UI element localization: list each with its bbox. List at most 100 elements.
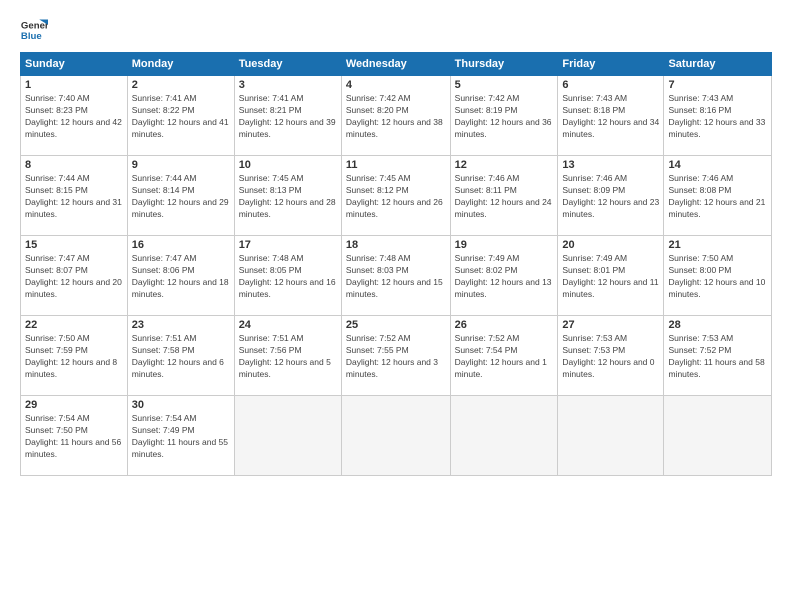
day-info: Sunrise: 7:54 AM Sunset: 7:49 PM Dayligh… — [132, 413, 230, 461]
col-header-sunday: Sunday — [21, 53, 128, 76]
day-number: 15 — [25, 239, 123, 251]
day-info: Sunrise: 7:40 AM Sunset: 8:23 PM Dayligh… — [25, 93, 123, 141]
day-info: Sunrise: 7:48 AM Sunset: 8:05 PM Dayligh… — [239, 253, 337, 301]
logo: General Blue — [20, 16, 52, 44]
calendar-cell: 15 Sunrise: 7:47 AM Sunset: 8:07 PM Dayl… — [21, 236, 128, 316]
calendar-cell: 22 Sunrise: 7:50 AM Sunset: 7:59 PM Dayl… — [21, 316, 128, 396]
day-number: 22 — [25, 319, 123, 331]
calendar-cell: 6 Sunrise: 7:43 AM Sunset: 8:18 PM Dayli… — [558, 76, 664, 156]
calendar-cell: 8 Sunrise: 7:44 AM Sunset: 8:15 PM Dayli… — [21, 156, 128, 236]
calendar-cell: 3 Sunrise: 7:41 AM Sunset: 8:21 PM Dayli… — [234, 76, 341, 156]
day-info: Sunrise: 7:52 AM Sunset: 7:55 PM Dayligh… — [346, 333, 446, 381]
col-header-monday: Monday — [127, 53, 234, 76]
day-number: 12 — [455, 159, 554, 171]
calendar-cell: 27 Sunrise: 7:53 AM Sunset: 7:53 PM Dayl… — [558, 316, 664, 396]
col-header-friday: Friday — [558, 53, 664, 76]
day-number: 16 — [132, 239, 230, 251]
day-number: 3 — [239, 79, 337, 91]
calendar-cell: 29 Sunrise: 7:54 AM Sunset: 7:50 PM Dayl… — [21, 396, 128, 476]
calendar-cell: 26 Sunrise: 7:52 AM Sunset: 7:54 PM Dayl… — [450, 316, 558, 396]
calendar-cell: 2 Sunrise: 7:41 AM Sunset: 8:22 PM Dayli… — [127, 76, 234, 156]
day-info: Sunrise: 7:52 AM Sunset: 7:54 PM Dayligh… — [455, 333, 554, 381]
day-info: Sunrise: 7:53 AM Sunset: 7:53 PM Dayligh… — [562, 333, 659, 381]
day-info: Sunrise: 7:46 AM Sunset: 8:11 PM Dayligh… — [455, 173, 554, 221]
calendar-cell: 10 Sunrise: 7:45 AM Sunset: 8:13 PM Dayl… — [234, 156, 341, 236]
day-info: Sunrise: 7:47 AM Sunset: 8:06 PM Dayligh… — [132, 253, 230, 301]
week-row-1: 1 Sunrise: 7:40 AM Sunset: 8:23 PM Dayli… — [21, 76, 772, 156]
day-info: Sunrise: 7:45 AM Sunset: 8:13 PM Dayligh… — [239, 173, 337, 221]
day-info: Sunrise: 7:43 AM Sunset: 8:18 PM Dayligh… — [562, 93, 659, 141]
day-number: 2 — [132, 79, 230, 91]
calendar-cell — [234, 396, 341, 476]
day-info: Sunrise: 7:50 AM Sunset: 8:00 PM Dayligh… — [668, 253, 767, 301]
day-info: Sunrise: 7:41 AM Sunset: 8:22 PM Dayligh… — [132, 93, 230, 141]
week-row-2: 8 Sunrise: 7:44 AM Sunset: 8:15 PM Dayli… — [21, 156, 772, 236]
day-info: Sunrise: 7:44 AM Sunset: 8:14 PM Dayligh… — [132, 173, 230, 221]
day-number: 29 — [25, 399, 123, 411]
day-info: Sunrise: 7:42 AM Sunset: 8:19 PM Dayligh… — [455, 93, 554, 141]
day-info: Sunrise: 7:54 AM Sunset: 7:50 PM Dayligh… — [25, 413, 123, 461]
day-number: 30 — [132, 399, 230, 411]
calendar-cell: 16 Sunrise: 7:47 AM Sunset: 8:06 PM Dayl… — [127, 236, 234, 316]
calendar-cell: 7 Sunrise: 7:43 AM Sunset: 8:16 PM Dayli… — [664, 76, 772, 156]
col-header-saturday: Saturday — [664, 53, 772, 76]
calendar-cell: 24 Sunrise: 7:51 AM Sunset: 7:56 PM Dayl… — [234, 316, 341, 396]
day-number: 5 — [455, 79, 554, 91]
day-number: 28 — [668, 319, 767, 331]
day-number: 8 — [25, 159, 123, 171]
calendar-cell: 12 Sunrise: 7:46 AM Sunset: 8:11 PM Dayl… — [450, 156, 558, 236]
calendar-cell — [341, 396, 450, 476]
calendar-cell: 25 Sunrise: 7:52 AM Sunset: 7:55 PM Dayl… — [341, 316, 450, 396]
col-header-thursday: Thursday — [450, 53, 558, 76]
day-info: Sunrise: 7:46 AM Sunset: 8:08 PM Dayligh… — [668, 173, 767, 221]
day-number: 10 — [239, 159, 337, 171]
day-info: Sunrise: 7:53 AM Sunset: 7:52 PM Dayligh… — [668, 333, 767, 381]
calendar-cell: 30 Sunrise: 7:54 AM Sunset: 7:49 PM Dayl… — [127, 396, 234, 476]
day-number: 11 — [346, 159, 446, 171]
calendar-cell — [664, 396, 772, 476]
day-info: Sunrise: 7:45 AM Sunset: 8:12 PM Dayligh… — [346, 173, 446, 221]
day-info: Sunrise: 7:50 AM Sunset: 7:59 PM Dayligh… — [25, 333, 123, 381]
day-info: Sunrise: 7:42 AM Sunset: 8:20 PM Dayligh… — [346, 93, 446, 141]
day-number: 7 — [668, 79, 767, 91]
day-number: 4 — [346, 79, 446, 91]
day-number: 17 — [239, 239, 337, 251]
day-info: Sunrise: 7:51 AM Sunset: 7:56 PM Dayligh… — [239, 333, 337, 381]
day-number: 1 — [25, 79, 123, 91]
calendar-cell: 13 Sunrise: 7:46 AM Sunset: 8:09 PM Dayl… — [558, 156, 664, 236]
calendar-cell: 23 Sunrise: 7:51 AM Sunset: 7:58 PM Dayl… — [127, 316, 234, 396]
calendar-cell: 20 Sunrise: 7:49 AM Sunset: 8:01 PM Dayl… — [558, 236, 664, 316]
day-number: 21 — [668, 239, 767, 251]
day-number: 18 — [346, 239, 446, 251]
day-info: Sunrise: 7:49 AM Sunset: 8:01 PM Dayligh… — [562, 253, 659, 301]
col-header-tuesday: Tuesday — [234, 53, 341, 76]
calendar-cell: 19 Sunrise: 7:49 AM Sunset: 8:02 PM Dayl… — [450, 236, 558, 316]
calendar-cell: 5 Sunrise: 7:42 AM Sunset: 8:19 PM Dayli… — [450, 76, 558, 156]
day-info: Sunrise: 7:41 AM Sunset: 8:21 PM Dayligh… — [239, 93, 337, 141]
svg-text:Blue: Blue — [21, 31, 42, 42]
day-number: 13 — [562, 159, 659, 171]
calendar-cell: 14 Sunrise: 7:46 AM Sunset: 8:08 PM Dayl… — [664, 156, 772, 236]
day-number: 9 — [132, 159, 230, 171]
day-number: 14 — [668, 159, 767, 171]
day-number: 27 — [562, 319, 659, 331]
calendar-cell: 4 Sunrise: 7:42 AM Sunset: 8:20 PM Dayli… — [341, 76, 450, 156]
week-row-3: 15 Sunrise: 7:47 AM Sunset: 8:07 PM Dayl… — [21, 236, 772, 316]
day-info: Sunrise: 7:49 AM Sunset: 8:02 PM Dayligh… — [455, 253, 554, 301]
day-number: 25 — [346, 319, 446, 331]
calendar-cell: 18 Sunrise: 7:48 AM Sunset: 8:03 PM Dayl… — [341, 236, 450, 316]
day-info: Sunrise: 7:47 AM Sunset: 8:07 PM Dayligh… — [25, 253, 123, 301]
calendar-cell — [558, 396, 664, 476]
calendar-cell: 11 Sunrise: 7:45 AM Sunset: 8:12 PM Dayl… — [341, 156, 450, 236]
day-number: 26 — [455, 319, 554, 331]
day-number: 6 — [562, 79, 659, 91]
day-info: Sunrise: 7:46 AM Sunset: 8:09 PM Dayligh… — [562, 173, 659, 221]
calendar-cell: 17 Sunrise: 7:48 AM Sunset: 8:05 PM Dayl… — [234, 236, 341, 316]
day-number: 23 — [132, 319, 230, 331]
day-number: 20 — [562, 239, 659, 251]
week-row-4: 22 Sunrise: 7:50 AM Sunset: 7:59 PM Dayl… — [21, 316, 772, 396]
week-row-5: 29 Sunrise: 7:54 AM Sunset: 7:50 PM Dayl… — [21, 396, 772, 476]
day-info: Sunrise: 7:48 AM Sunset: 8:03 PM Dayligh… — [346, 253, 446, 301]
day-info: Sunrise: 7:44 AM Sunset: 8:15 PM Dayligh… — [25, 173, 123, 221]
col-header-wednesday: Wednesday — [341, 53, 450, 76]
